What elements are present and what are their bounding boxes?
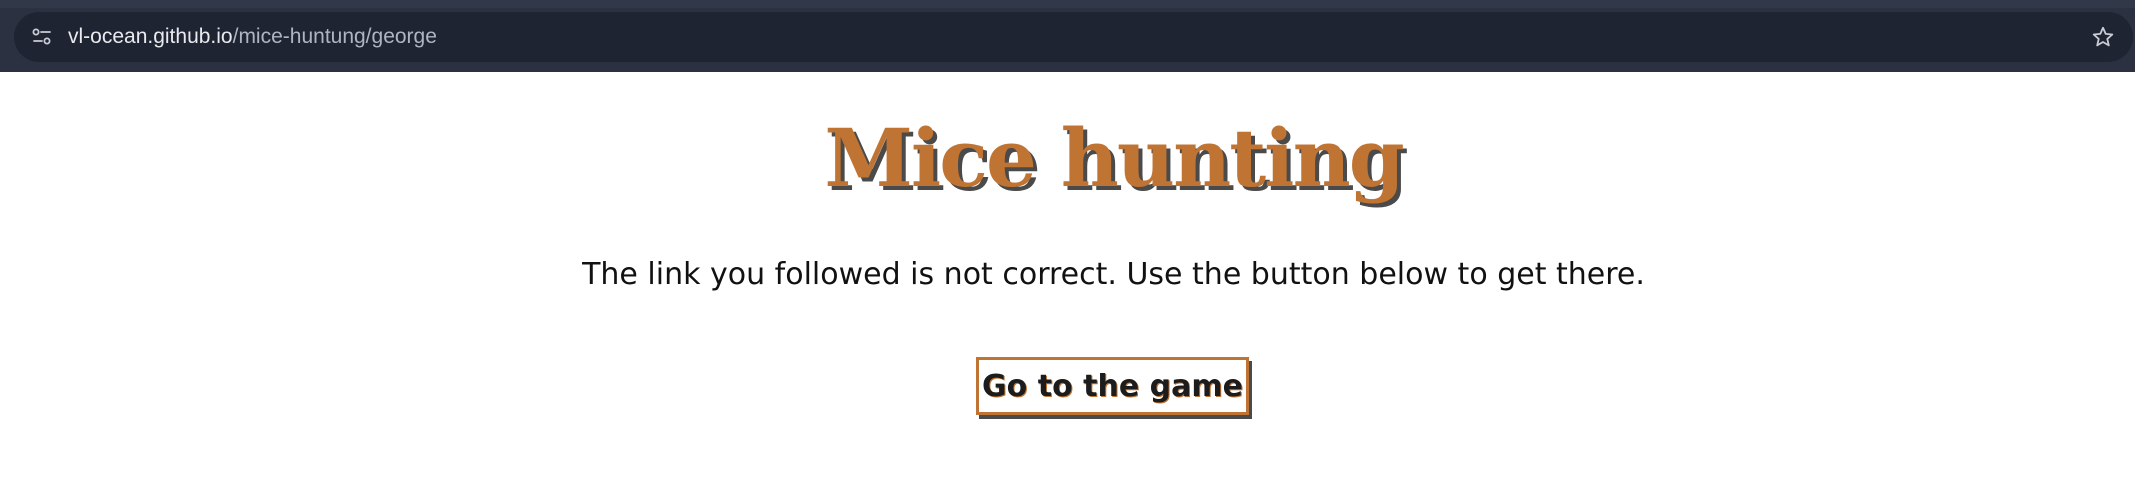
url-path: /mice-huntung/george: [232, 25, 437, 48]
page-content: Mice hunting The link you followed is no…: [0, 72, 2135, 483]
error-message: The link you followed is not correct. Us…: [582, 257, 1645, 292]
go-to-game-button[interactable]: Go to the game: [976, 357, 1249, 415]
browser-toolbar: vl-ocean.github.io/mice-huntung/george: [0, 0, 2135, 72]
url-text[interactable]: vl-ocean.github.io/mice-huntung/george: [68, 12, 437, 62]
page-title: Mice hunting: [824, 111, 1404, 205]
url-host: vl-ocean.github.io: [68, 25, 233, 48]
address-bar[interactable]: vl-ocean.github.io/mice-huntung/george: [14, 12, 2133, 62]
tune-icon[interactable]: [26, 21, 58, 53]
star-outline-icon[interactable]: [2087, 21, 2119, 53]
tab-strip: [0, 0, 2135, 8]
